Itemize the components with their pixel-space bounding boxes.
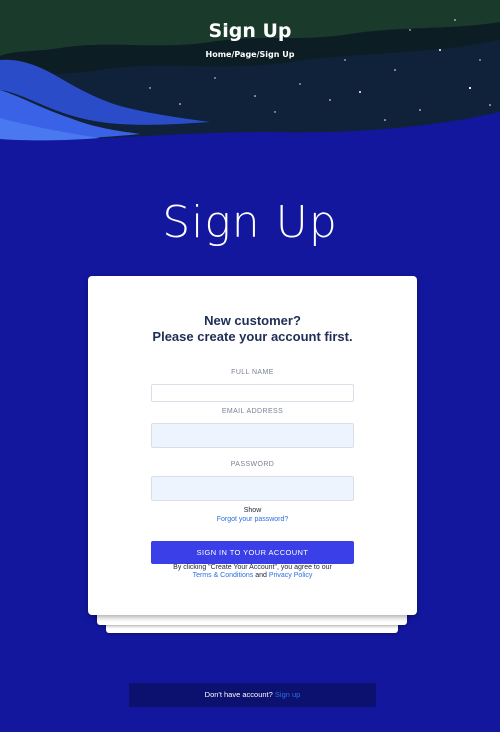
signup-prompt-text: Don't have account?	[204, 690, 273, 699]
terms-notice: By clicking "Create Your Account", you a…	[173, 564, 332, 571]
show-password-toggle[interactable]: Show	[88, 507, 417, 514]
forgot-password-link[interactable]: Forgot your password?	[88, 516, 417, 523]
password-label: PASSWORD	[230, 461, 275, 468]
signup-prompt-bar: Don't have account? Sign up	[129, 683, 376, 707]
page-title: Sign Up	[162, 197, 338, 248]
terms-and-text: and	[255, 572, 267, 579]
breadcrumb[interactable]: Home/Page/Sign Up	[0, 50, 500, 59]
email-label: EMAIL ADDRESS	[221, 408, 284, 415]
form-heading-line1: New customer?	[204, 313, 301, 328]
hero-banner: Sign Up Home/Page/Sign Up	[0, 0, 500, 145]
terms-link[interactable]: Terms & Conditions	[193, 572, 254, 579]
password-field[interactable]	[151, 476, 354, 501]
full-name-field[interactable]	[151, 384, 354, 402]
full-name-label: FULL NAME	[231, 369, 274, 376]
signup-card: New customer? Please create your account…	[88, 276, 417, 615]
email-field[interactable]	[151, 423, 354, 448]
signup-link[interactable]: Sign up	[275, 690, 300, 699]
form-heading-line2: Please create your account first.	[152, 329, 353, 344]
header-title: Sign Up	[208, 20, 292, 42]
submit-button[interactable]: SIGN IN TO YOUR ACCOUNT	[151, 541, 354, 564]
terms-links-line: Terms & Conditions and Privacy Policy	[88, 572, 417, 579]
privacy-link[interactable]: Privacy Policy	[269, 572, 313, 579]
